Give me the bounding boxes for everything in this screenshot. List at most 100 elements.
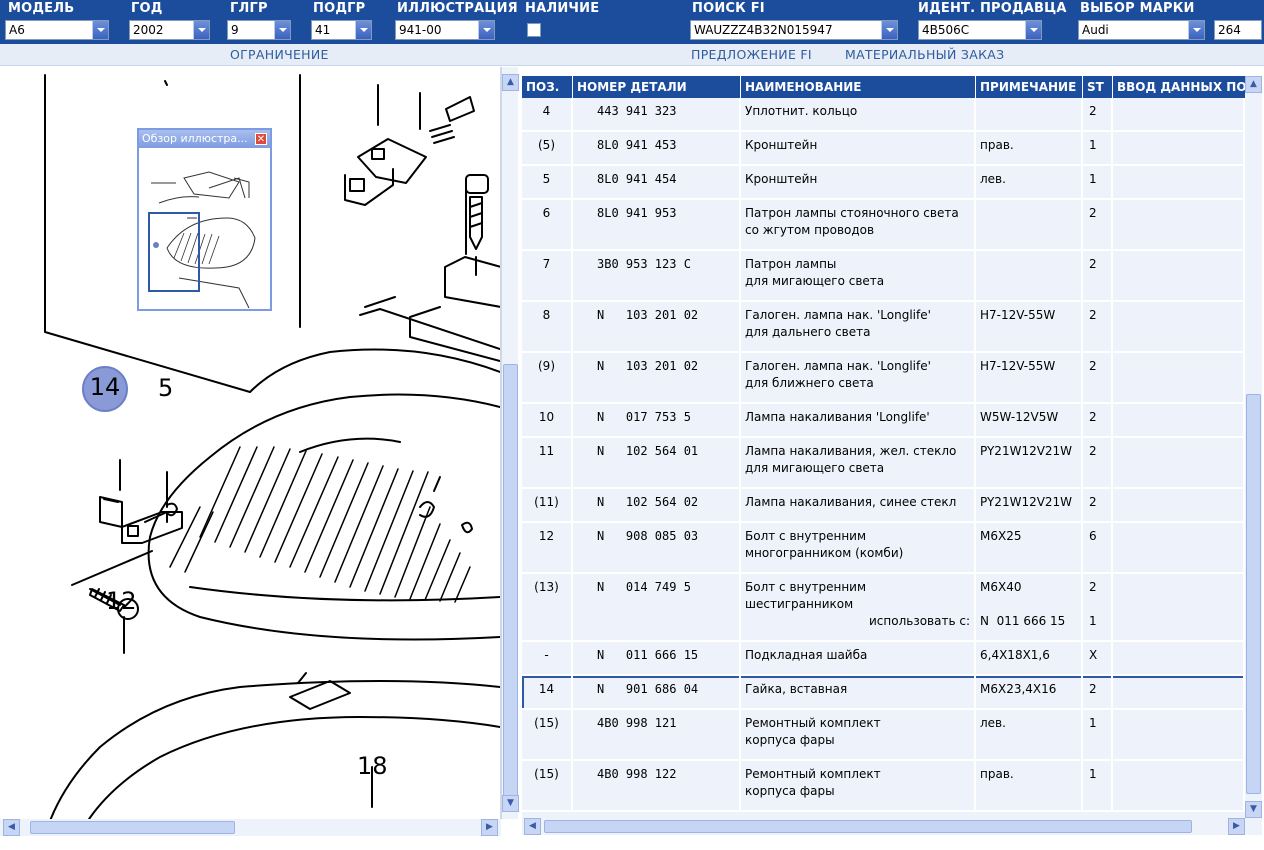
table-row[interactable]: 14 N 901 686 04 Гайка, вставная M6X23,4X16 2: [522, 676, 1245, 710]
callout-12[interactable]: 12: [106, 587, 137, 615]
cell-name-text: Ремонтный комплект корпуса фары: [745, 767, 881, 798]
scroll-up-arrow-icon[interactable]: ▲: [502, 74, 519, 91]
illustration-value: 941-00: [399, 23, 442, 37]
table-row[interactable]: 6 8L0 941 953 Патрон лампы стояночного све…: [522, 200, 1245, 251]
year-select[interactable]: 2002: [129, 20, 210, 40]
table-row[interactable]: 8 N 103 201 02 Галоген. лампа нак. 'Longli…: [522, 302, 1245, 353]
cell-name: Гайка, вставная: [741, 676, 976, 710]
cell-name: Галоген. лампа нак. 'Longlife' для ближн…: [741, 353, 976, 404]
illustration-vertical-scrollbar[interactable]: ▲ ▼: [501, 67, 519, 819]
table-vertical-scrollbar[interactable]: ▲ ▼: [1245, 76, 1262, 818]
cell-note: M6X40 N 011 666 15: [976, 574, 1083, 642]
top-toolbar: МОДЕЛЬ ГОД ГЛГР ПОДГР ИЛЛЮСТРАЦИЯ НАЛИЧИ…: [0, 0, 1264, 44]
cell-pos-text: 14: [538, 682, 555, 696]
cell-pos: -: [522, 642, 573, 676]
table-row[interactable]: 11 N 102 564 01 Лампа накаливания, жел. ст…: [522, 438, 1245, 489]
cell-entry: [1113, 302, 1245, 353]
cell-pos-text: 10: [538, 410, 555, 424]
cell-part-text: N 103 201 02: [597, 308, 699, 322]
restriction-link[interactable]: ОГРАНИЧЕНИЕ: [230, 47, 329, 62]
table-row[interactable]: 12 N 908 085 03 Болт с внутренним многогра…: [522, 523, 1245, 574]
scroll-thumb[interactable]: [30, 821, 235, 834]
table-horizontal-scrollbar[interactable]: ◀ ▶: [522, 818, 1262, 835]
cell-part-text: 8L0 941 453: [597, 138, 677, 152]
illustration-panel[interactable]: 14 5 12 18 Обзор иллюстра... ✕: [0, 67, 501, 819]
sub-group-select[interactable]: 41: [311, 20, 372, 40]
material-order-link[interactable]: МАТЕРИАЛЬНЫЙ ЗАКАЗ: [845, 47, 1004, 62]
callout-18[interactable]: 18: [357, 752, 388, 780]
chevron-down-icon[interactable]: [1188, 21, 1204, 39]
table-row[interactable]: - N 011 666 15 Подкладная шайба 6,4X18X1,6 X: [522, 642, 1245, 676]
chevron-down-icon[interactable]: [478, 21, 494, 39]
table-row[interactable]: (9) N 103 201 02 Галоген. лампа нак. 'Long…: [522, 353, 1245, 404]
cell-note: [976, 251, 1083, 302]
main-group-select[interactable]: 9: [227, 20, 291, 40]
scroll-right-arrow-icon[interactable]: ▶: [1228, 818, 1245, 835]
cell-name: Уплотнит. кольцо: [741, 98, 976, 132]
cell-note: H7-12V-55W: [976, 353, 1083, 404]
col-pos[interactable]: ПОЗ.: [522, 76, 573, 98]
table-row[interactable]: (15) 4B0 998 121 Ремонтный комплект корпус…: [522, 710, 1245, 761]
table-row[interactable]: (11) N 102 564 02 Лампа накаливания, синее…: [522, 489, 1245, 523]
cell-name-text: Патрон лампы для мигающего света: [745, 257, 885, 288]
table-row[interactable]: 7 3B0 953 123 C Патрон лампы для мигающего…: [522, 251, 1245, 302]
table-row[interactable]: 5 8L0 941 454 Кронштейн лев. 1: [522, 166, 1245, 200]
cell-note: лев.: [976, 166, 1083, 200]
cell-part-text: N 102 564 02: [597, 495, 699, 509]
col-entry[interactable]: ВВОД ДАННЫХ ПО: [1113, 76, 1245, 98]
illustration-horizontal-scrollbar[interactable]: ◀ ▶: [0, 819, 501, 836]
cell-name-text: Лампа накаливания, жел. стекло для мигаю…: [745, 444, 957, 475]
cell-st-text: 1: [1089, 716, 1097, 730]
chevron-down-icon[interactable]: [193, 21, 209, 39]
callout-14[interactable]: 14: [85, 373, 125, 401]
cell-note-text: PY21W12V21W: [980, 444, 1073, 458]
brand-select-label: ВЫБОР МАРКИ: [1080, 1, 1195, 16]
cell-pos: 4: [522, 98, 573, 132]
availability-checkbox[interactable]: [527, 23, 541, 37]
scroll-left-arrow-icon[interactable]: ◀: [524, 818, 541, 835]
model-label: МОДЕЛЬ: [8, 1, 75, 16]
scroll-down-arrow-icon[interactable]: ▼: [1245, 801, 1262, 818]
cell-note-text: прав.: [980, 138, 1014, 152]
col-part[interactable]: НОМЕР ДЕТАЛИ: [573, 76, 741, 98]
col-name[interactable]: НАИМЕНОВАНИЕ: [741, 76, 976, 98]
callout-5[interactable]: 5: [158, 374, 173, 402]
chevron-down-icon[interactable]: [1025, 21, 1041, 39]
table-row[interactable]: (5) 8L0 941 453 Кронштейн прав. 1: [522, 132, 1245, 166]
extra-value: 264: [1218, 23, 1241, 37]
table-row[interactable]: (13) N 014 749 5 Болт с внутренним шестигр…: [522, 574, 1245, 642]
chevron-down-icon[interactable]: [355, 21, 371, 39]
table-row[interactable]: 4 443 941 323 Уплотнит. кольцо 2: [522, 98, 1245, 132]
scroll-thumb[interactable]: [544, 820, 1192, 833]
illustration-select[interactable]: 941-00: [395, 20, 495, 40]
scroll-thumb[interactable]: [1246, 394, 1261, 794]
cell-pos: 5: [522, 166, 573, 200]
illustration-overview-window[interactable]: Обзор иллюстра... ✕: [137, 128, 272, 311]
cell-pos: (5): [522, 132, 573, 166]
table-row[interactable]: (15) 4B0 998 122 Ремонтный комплект корпус…: [522, 761, 1245, 812]
scroll-down-arrow-icon[interactable]: ▼: [502, 795, 519, 812]
cell-entry: [1113, 200, 1245, 251]
scroll-left-arrow-icon[interactable]: ◀: [3, 819, 20, 836]
cell-note-text: H7-12V-55W: [980, 359, 1056, 373]
fi-search-label: ПОИСК FI: [692, 1, 765, 16]
col-note[interactable]: ПРИМЕЧАНИЕ: [976, 76, 1083, 98]
extra-field[interactable]: 264: [1214, 20, 1262, 40]
dealer-id-select[interactable]: 4B506C: [918, 20, 1042, 40]
sub-group-label: ПОДГР: [313, 1, 366, 16]
scroll-up-arrow-icon[interactable]: ▲: [1245, 76, 1262, 93]
fi-search-select[interactable]: WAUZZZ4B32N015947: [690, 20, 898, 40]
brand-select[interactable]: Audi: [1078, 20, 1205, 40]
use-with-part[interactable]: N 011 666 15: [980, 613, 1065, 630]
chevron-down-icon[interactable]: [274, 21, 290, 39]
scroll-thumb[interactable]: [503, 364, 518, 804]
close-icon[interactable]: ✕: [255, 133, 267, 145]
chevron-down-icon[interactable]: [92, 21, 108, 39]
fi-offer-link[interactable]: ПРЕДЛОЖЕНИЕ FI: [691, 47, 812, 62]
scroll-right-arrow-icon[interactable]: ▶: [481, 819, 498, 836]
col-st[interactable]: ST: [1083, 76, 1113, 98]
chevron-down-icon[interactable]: [881, 21, 897, 39]
table-row[interactable]: 10 N 017 753 5 Лампа накаливания 'Longlife…: [522, 404, 1245, 438]
model-select[interactable]: A6: [5, 20, 109, 40]
cell-note-text: лев.: [980, 716, 1006, 730]
